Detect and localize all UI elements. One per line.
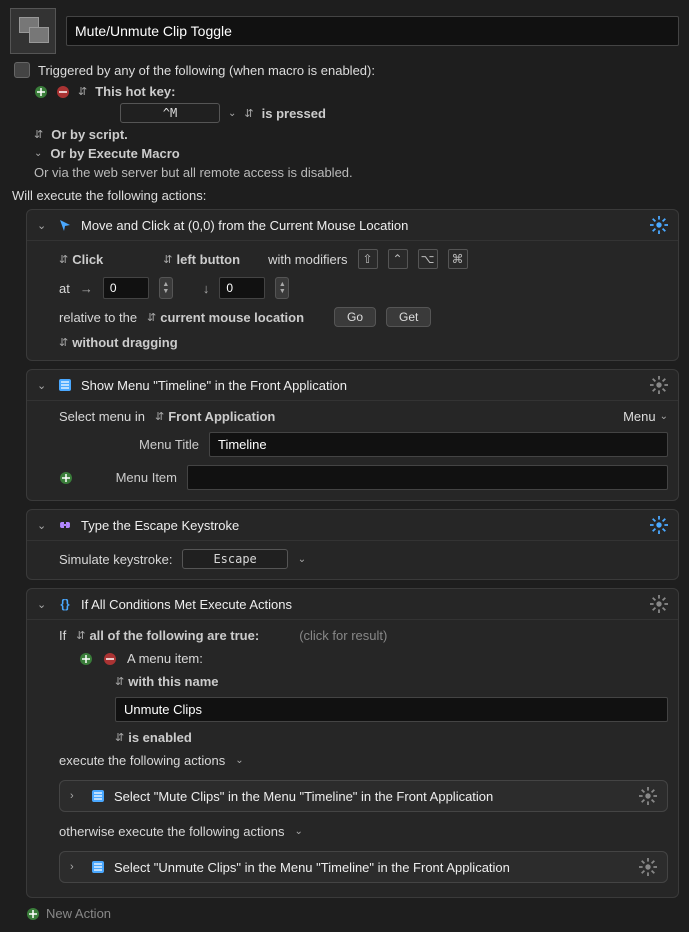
action-title: Type the Escape Keystroke	[81, 518, 642, 533]
condition-name-input[interactable]	[115, 697, 668, 722]
sort-icon-3[interactable]: ⇵	[34, 128, 43, 141]
keystroke-icon	[57, 517, 73, 533]
gear-icon[interactable]	[650, 376, 668, 394]
or-script-label: Or by script.	[51, 127, 128, 142]
menu-title-input[interactable]	[209, 432, 668, 457]
action-title: If All Conditions Met Execute Actions	[81, 597, 642, 612]
sort-icon[interactable]: ⇵	[78, 85, 87, 98]
trigger-label: Triggered by any of the following (when …	[38, 63, 375, 78]
or-execute-macro-label: Or by Execute Macro	[50, 146, 179, 161]
disclosure-icon[interactable]: ›	[70, 861, 82, 873]
gear-icon[interactable]	[650, 216, 668, 234]
action-if-conditions: ⌄ {} If All Conditions Met Execute Actio…	[26, 588, 679, 898]
if-label: If	[59, 628, 66, 643]
disclosure-icon[interactable]: ›	[70, 790, 82, 802]
braces-icon: {}	[57, 596, 73, 612]
nested-title: Select "Mute Clips" in the Menu "Timelin…	[114, 789, 631, 804]
app-popup[interactable]: ⇵Front Application	[155, 409, 275, 424]
remove-condition-icon[interactable]	[103, 652, 117, 666]
gear-icon[interactable]	[650, 516, 668, 534]
gear-icon[interactable]	[650, 595, 668, 613]
menu-item-label: Menu Item	[83, 470, 177, 485]
macro-icon[interactable]	[10, 8, 56, 54]
go-button[interactable]: Go	[334, 307, 376, 327]
right-arrow-icon: →	[80, 281, 93, 296]
click-result-hint[interactable]: (click for result)	[299, 628, 387, 643]
or-webserver-label: Or via the web server but all remote acc…	[34, 165, 353, 180]
action-show-menu: ⌄ Show Menu "Timeline" in the Front Appl…	[26, 369, 679, 501]
menu-title-label: Menu Title	[91, 437, 199, 452]
menu-icon	[90, 788, 106, 804]
is-enabled-popup[interactable]: ⇵is enabled	[115, 730, 192, 745]
action-move-click: ⌄ Move and Click at (0,0) from the Curre…	[26, 209, 679, 361]
gear-icon[interactable]	[639, 858, 657, 876]
simulate-label: Simulate keystroke:	[59, 552, 172, 567]
all-true-popup[interactable]: ⇵all of the following are true:	[76, 628, 259, 643]
button-popup[interactable]: ⇵left button	[163, 252, 240, 267]
chevron-down-icon[interactable]: ⌄	[294, 826, 302, 837]
add-trigger-icon[interactable]	[34, 85, 48, 99]
macro-title-input[interactable]	[66, 16, 679, 46]
y-input[interactable]	[219, 277, 265, 299]
x-stepper[interactable]: ▲▼	[159, 277, 173, 299]
disclosure-icon[interactable]: ⌄	[37, 519, 49, 532]
new-action-icon[interactable]	[26, 907, 40, 921]
otherwise-label: otherwise execute the following actions	[59, 824, 284, 839]
menu-item-input[interactable]	[187, 465, 668, 490]
keystroke-dropdown-icon[interactable]: ⌄	[298, 554, 306, 565]
get-button[interactable]: Get	[386, 307, 431, 327]
relative-popup[interactable]: ⇵current mouse location	[147, 310, 304, 325]
with-name-popup[interactable]: ⇵with this name	[115, 674, 219, 689]
trigger-checkbox[interactable]	[14, 62, 30, 78]
chevron-icon[interactable]: ⌄	[34, 148, 42, 159]
mod-control[interactable]: ⌃	[388, 249, 408, 269]
mod-option[interactable]: ⌥	[418, 249, 438, 269]
mod-command[interactable]: ⌘	[448, 249, 468, 269]
action-title: Move and Click at (0,0) from the Current…	[81, 218, 642, 233]
menu-icon	[90, 859, 106, 875]
action-type-keystroke: ⌄ Type the Escape Keystroke Simulate key…	[26, 509, 679, 580]
mod-shift[interactable]: ⇧	[358, 249, 378, 269]
menu-popup[interactable]: Menu⌄	[623, 409, 668, 424]
nested-action-then[interactable]: › Select "Mute Clips" in the Menu "Timel…	[59, 780, 668, 812]
keystroke-field[interactable]: Escape	[182, 549, 287, 569]
condition-label: A menu item:	[127, 651, 203, 666]
hotkey-label: This hot key:	[95, 84, 175, 99]
svg-text:{}: {}	[60, 597, 70, 611]
hotkey-state: is pressed	[262, 106, 326, 121]
menu-icon	[57, 377, 73, 393]
modifiers-label: with modifiers	[268, 252, 347, 267]
new-action-label[interactable]: New Action	[46, 906, 111, 921]
y-stepper[interactable]: ▲▼	[275, 277, 289, 299]
nested-action-else[interactable]: › Select "Unmute Clips" in the Menu "Tim…	[59, 851, 668, 883]
action-title: Show Menu "Timeline" in the Front Applic…	[81, 378, 642, 393]
down-arrow-icon: ↓	[203, 281, 210, 296]
add-menu-item-icon[interactable]	[59, 471, 73, 485]
execute-label: execute the following actions	[59, 753, 225, 768]
cursor-icon	[57, 217, 73, 233]
at-label: at	[59, 281, 70, 296]
x-input[interactable]	[103, 277, 149, 299]
drag-popup[interactable]: ⇵without dragging	[59, 335, 178, 350]
select-menu-label: Select menu in	[59, 409, 145, 424]
disclosure-icon[interactable]: ⌄	[37, 379, 49, 392]
hotkey-field[interactable]: ^M	[120, 103, 220, 123]
hotkey-dropdown-icon[interactable]: ⌄	[228, 108, 236, 119]
add-condition-icon[interactable]	[79, 652, 93, 666]
relative-label: relative to the	[59, 310, 137, 325]
disclosure-icon[interactable]: ⌄	[37, 598, 49, 611]
remove-trigger-icon[interactable]	[56, 85, 70, 99]
chevron-down-icon[interactable]: ⌄	[235, 755, 243, 766]
click-popup[interactable]: ⇵Click	[59, 252, 103, 267]
disclosure-icon[interactable]: ⌄	[37, 219, 49, 232]
actions-header: Will execute the following actions:	[12, 188, 679, 203]
sort-icon-2[interactable]: ⇵	[244, 107, 253, 120]
gear-icon[interactable]	[639, 787, 657, 805]
nested-title: Select "Unmute Clips" in the Menu "Timel…	[114, 860, 631, 875]
